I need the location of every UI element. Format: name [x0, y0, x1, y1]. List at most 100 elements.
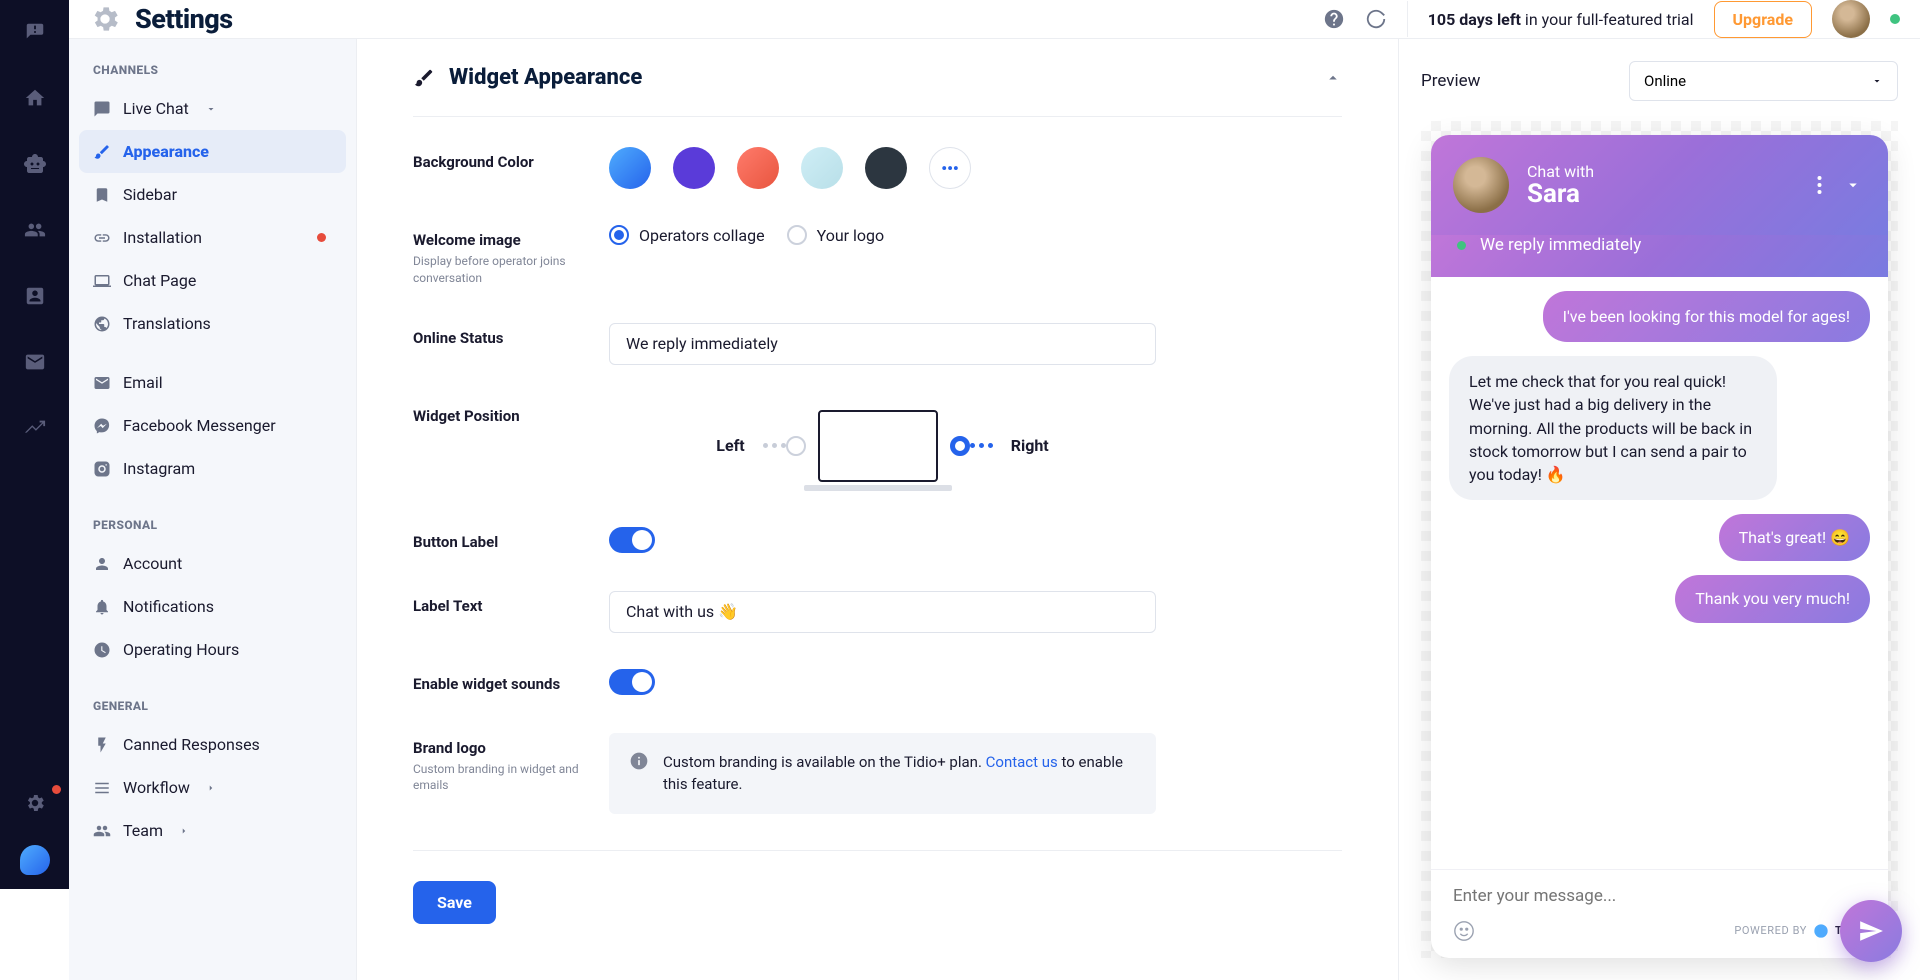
button-label-toggle[interactable]: [609, 527, 655, 553]
sidebar-item-workflow[interactable]: Workflow: [79, 766, 346, 809]
rail-inbox-icon[interactable]: [17, 14, 53, 50]
color-swatch-dark[interactable]: [865, 147, 907, 189]
save-button[interactable]: Save: [413, 881, 496, 924]
main-content: Widget Appearance Background Color ••• W…: [357, 39, 1398, 980]
label: Widget Position: [413, 407, 609, 425]
section-title: Widget Appearance: [449, 65, 642, 90]
contact-link[interactable]: Contact us: [986, 753, 1058, 771]
sidebar-item-live-chat[interactable]: Live Chat: [79, 87, 346, 130]
collapse-icon[interactable]: [1324, 69, 1342, 87]
chat-bubble-user: Thank you very much!: [1675, 575, 1870, 622]
sublabel: Display before operator joins conversati…: [413, 253, 609, 287]
send-fab[interactable]: [1840, 900, 1902, 962]
sidebar-item-notifications[interactable]: Notifications: [79, 585, 346, 628]
sidebar-label: Email: [123, 373, 163, 392]
rail-contacts-icon[interactable]: [17, 212, 53, 248]
emoji-icon[interactable]: [1453, 920, 1475, 942]
chat-menu-icon[interactable]: [1817, 175, 1822, 195]
chevron-down-icon: [205, 103, 217, 115]
radio-label: Your logo: [817, 226, 885, 245]
chevron-down-icon: [1871, 75, 1883, 87]
sidebar-item-canned[interactable]: Canned Responses: [79, 723, 346, 766]
radio-operators-collage[interactable]: Operators collage: [609, 225, 765, 245]
sidebar-item-email[interactable]: Email: [79, 361, 346, 404]
sounds-toggle[interactable]: [609, 669, 655, 695]
position-label-right: Right: [1011, 436, 1049, 455]
chat-operator-avatar: [1453, 157, 1509, 213]
label: Background Color: [413, 153, 609, 171]
status-dot: [1890, 14, 1900, 24]
sidebar-item-appearance[interactable]: Appearance: [79, 130, 346, 173]
sidebar-label: Instagram: [123, 459, 195, 478]
preview-panel: Preview Online Chat with Sara: [1398, 39, 1920, 980]
radio-label: Operators collage: [639, 226, 765, 245]
label-text-input[interactable]: [609, 591, 1156, 633]
color-swatch-coral[interactable]: [737, 147, 779, 189]
label: Enable widget sounds: [413, 675, 609, 693]
sidebar-item-messenger[interactable]: Facebook Messenger: [79, 404, 346, 447]
gear-icon: [89, 3, 121, 35]
chat-bubble-operator: Let me check that for you real quick! We…: [1449, 356, 1777, 500]
color-more-button[interactable]: •••: [929, 147, 971, 189]
radio-your-logo[interactable]: Your logo: [787, 225, 885, 245]
sidebar-item-team[interactable]: Team: [79, 809, 346, 852]
chat-operator-name: Sara: [1527, 179, 1594, 209]
rail-home-icon[interactable]: [17, 80, 53, 116]
avatar[interactable]: [1832, 0, 1870, 38]
help-icon[interactable]: [1323, 8, 1345, 30]
app-frame: Settings 105 days left in your full-feat…: [69, 0, 1920, 889]
position-radio-left[interactable]: [786, 436, 806, 456]
sidebar-label: Live Chat: [123, 99, 189, 118]
settings-sidebar: CHANNELS Live Chat Appearance Sidebar In…: [69, 39, 357, 980]
refresh-icon[interactable]: [1365, 8, 1387, 30]
sublabel: Custom branding in widget and emails: [413, 761, 609, 795]
sidebar-label: Account: [123, 554, 182, 573]
brand-notice: Custom branding is available on the Tidi…: [609, 733, 1156, 814]
chat-with-label: Chat with: [1527, 162, 1594, 181]
position-label-left: Left: [716, 436, 744, 455]
rail-tidio-icon[interactable]: [20, 845, 50, 875]
label: Button Label: [413, 533, 609, 551]
notification-dot: [317, 233, 326, 242]
color-swatch-purple[interactable]: [673, 147, 715, 189]
label: Welcome image: [413, 231, 609, 249]
section-personal: PERSONAL: [79, 518, 346, 532]
color-swatch-blue[interactable]: [609, 147, 651, 189]
sidebar-item-account[interactable]: Account: [79, 542, 346, 585]
trial-text: 105 days left in your full-featured tria…: [1428, 10, 1694, 29]
sidebar-item-translations[interactable]: Translations: [79, 302, 346, 345]
sidebar-label: Installation: [123, 228, 202, 247]
rail-analytics-icon[interactable]: [17, 410, 53, 446]
sidebar-label: Sidebar: [123, 185, 177, 204]
topbar: Settings 105 days left in your full-feat…: [69, 0, 1920, 39]
sidebar-item-chat-page[interactable]: Chat Page: [79, 259, 346, 302]
app-rail: [0, 0, 69, 889]
sidebar-label: Translations: [123, 314, 211, 333]
page-title: Settings: [135, 3, 233, 35]
sidebar-item-sidebar[interactable]: Sidebar: [79, 173, 346, 216]
rail-card-icon[interactable]: [17, 278, 53, 314]
sidebar-item-installation[interactable]: Installation: [79, 216, 346, 259]
chat-bubble-user: That's great! 😄: [1719, 514, 1870, 561]
sidebar-label: Facebook Messenger: [123, 416, 276, 435]
color-swatch-lightblue[interactable]: [801, 147, 843, 189]
rail-settings-icon[interactable]: [17, 785, 53, 821]
rail-mail-icon[interactable]: [17, 344, 53, 380]
position-radio-right[interactable]: [950, 436, 970, 456]
preview-select-value: Online: [1644, 72, 1686, 90]
preview-select[interactable]: Online: [1629, 61, 1898, 101]
chat-widget: Chat with Sara We reply immediately: [1431, 135, 1888, 958]
online-status-input[interactable]: [609, 323, 1156, 365]
sidebar-label: Team: [123, 821, 163, 840]
rail-bot-icon[interactable]: [17, 146, 53, 182]
online-dot: [1457, 241, 1466, 250]
chat-minimize-icon[interactable]: [1844, 176, 1862, 194]
sidebar-item-instagram[interactable]: Instagram: [79, 447, 346, 490]
brush-icon: [413, 67, 435, 89]
sidebar-label: Chat Page: [123, 271, 196, 290]
upgrade-button[interactable]: Upgrade: [1714, 1, 1813, 38]
sidebar-item-hours[interactable]: Operating Hours: [79, 628, 346, 671]
section-channels: CHANNELS: [79, 63, 346, 77]
section-general: GENERAL: [79, 699, 346, 713]
preview-label: Preview: [1421, 71, 1480, 91]
